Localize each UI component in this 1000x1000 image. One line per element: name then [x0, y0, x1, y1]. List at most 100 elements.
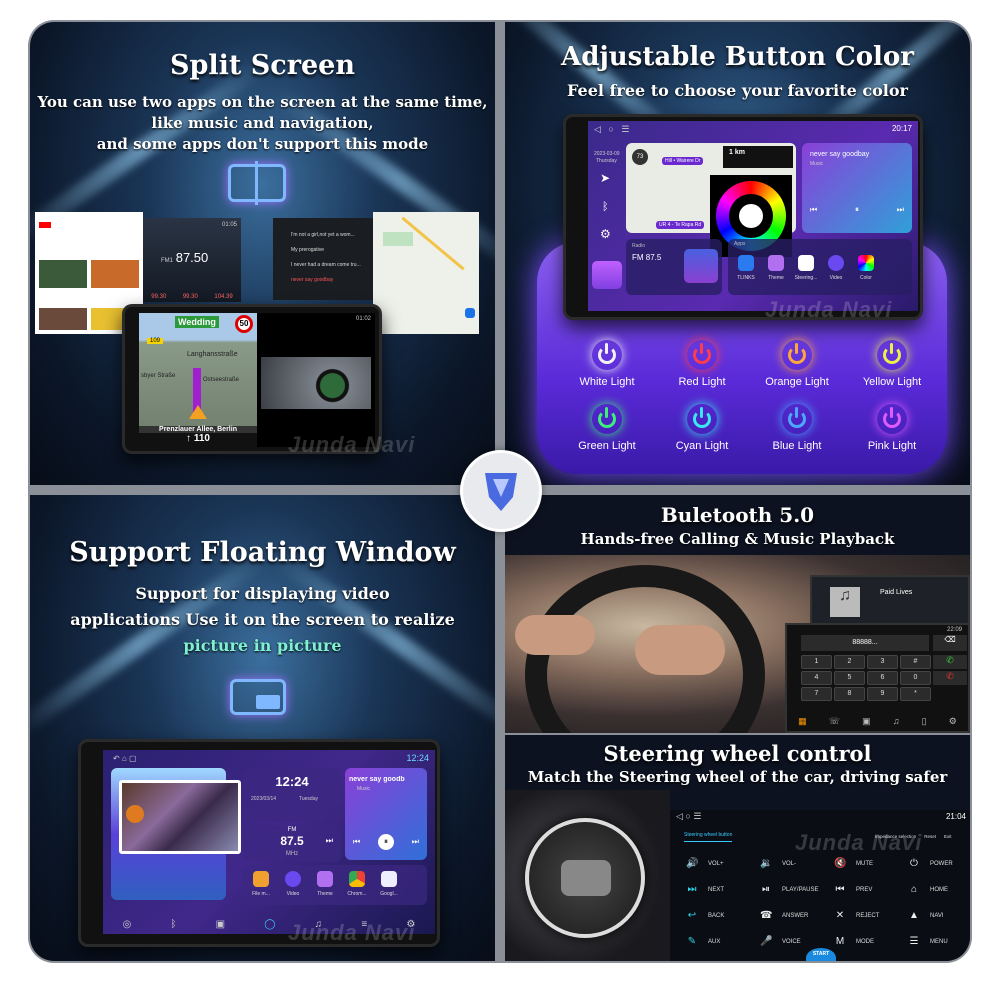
light-option[interactable]: Blue Light [752, 404, 842, 452]
steering-key-button[interactable]: 🎤 VOICE [760, 936, 820, 947]
playlist-item[interactable]: I never had a dream come tru... [291, 258, 369, 273]
radio-preset[interactable]: 104.39 [214, 294, 232, 300]
steering-key-label: MENU [930, 938, 948, 945]
steering-key-button[interactable]: ✕ REJECT [834, 910, 894, 921]
bluetooth-icon[interactable]: ᛒ [170, 919, 176, 930]
bluetooth-icon[interactable]: ᛒ [602, 201, 609, 213]
hangup-button[interactable]: ✆ [933, 671, 967, 685]
light-option[interactable]: Pink Light [847, 404, 937, 452]
call-log-icon[interactable]: ☏ [829, 716, 840, 727]
dial-key[interactable]: # [900, 655, 931, 669]
app-google-play[interactable]: Googl... [374, 891, 404, 897]
radio-preset[interactable]: 99.30 [183, 294, 198, 300]
app-steering[interactable]: Steering... [791, 275, 821, 281]
next-icon[interactable]: ⏭ [897, 205, 904, 215]
app-theme[interactable]: Theme [761, 275, 791, 281]
playlist-item[interactable]: I'm not a girl,not yet a wom... [291, 228, 369, 243]
steering-key-button[interactable]: ☎ ANSWER [760, 910, 820, 921]
steering-key-button[interactable]: ⏻ POWER [908, 858, 968, 869]
steering-key-button[interactable]: ↩ BACK [686, 910, 746, 921]
panel-subtitle: Match the Steering wheel of the car, dri… [527, 768, 948, 786]
app-tlinks[interactable]: TLINKS [731, 275, 761, 281]
dial-key[interactable]: 3 [867, 655, 898, 669]
light-option[interactable]: Red Light [657, 340, 747, 388]
pause-icon[interactable]: ⏸ [855, 205, 859, 215]
reset-button[interactable]: Reset [924, 834, 936, 839]
voice-assistant-icon[interactable]: ◯ [264, 919, 275, 930]
keypad-icon[interactable]: ▦ [798, 716, 807, 727]
description-line: and some apps don't support this mode [96, 135, 429, 153]
panel-description: Support for displaying video application… [30, 581, 495, 659]
app-video[interactable]: Video [821, 275, 851, 281]
steering-key-button[interactable]: 🔉 VOL- [760, 858, 820, 869]
panel-button-color: Adjustable Button Color Feel free to cho… [505, 22, 970, 485]
app-file-manager[interactable]: File m... [246, 891, 276, 897]
layers-button[interactable] [592, 261, 622, 289]
steering-key-button[interactable]: M MODE [834, 936, 894, 947]
app-theme[interactable]: Theme [310, 891, 340, 897]
floating-video-window[interactable] [119, 780, 241, 854]
steering-key-button[interactable]: ✎ AUX [686, 936, 746, 947]
dial-key[interactable]: 8 [834, 687, 865, 701]
dial-display[interactable]: 88888... [801, 635, 929, 651]
settings-icon[interactable]: ⚙ [949, 716, 957, 727]
app-video[interactable]: Video [278, 891, 308, 897]
settings-icon[interactable]: ⚙ [600, 227, 611, 241]
contacts-icon[interactable]: ▣ [862, 716, 871, 727]
watermark: Junda Navi [795, 830, 923, 855]
dial-key[interactable]: 7 [801, 687, 832, 701]
steering-key-icon: 🔇 [834, 858, 847, 869]
fm-card[interactable]: FM 87.5 MHz ⏭ [243, 825, 341, 862]
pause-button[interactable]: ⏸ [378, 834, 394, 850]
music-card[interactable]: never say goodbay Music ⏮ ⏸ ⏭ [802, 143, 912, 233]
steering-key-button[interactable]: ☰ MENU [908, 936, 968, 947]
steering-key-button[interactable]: ⏭ NEXT [686, 884, 746, 895]
light-option[interactable]: Cyan Light [657, 404, 747, 452]
radio-card[interactable]: Radio FM 87.5 [626, 239, 722, 295]
call-button[interactable]: ✆ [933, 655, 967, 669]
radio-icon[interactable]: ▣ [216, 919, 225, 930]
steering-key-button[interactable]: 🔇 MUTE [834, 858, 894, 869]
radio-preset[interactable]: 99.30 [151, 294, 166, 300]
phone-icon[interactable]: ▯ [922, 716, 927, 727]
start-button[interactable]: START [806, 948, 836, 961]
dial-key[interactable]: 5 [834, 671, 865, 685]
steering-key-button[interactable]: ⏯ PLAY/PAUSE [760, 884, 820, 895]
light-label: White Light [579, 376, 635, 388]
playlist-item-active[interactable]: never say goodbay [291, 273, 369, 288]
music-icon[interactable]: ♫ [893, 716, 900, 727]
dial-key[interactable]: 1 [801, 655, 832, 669]
dial-key[interactable]: 6 [867, 671, 898, 685]
tab-steering-wheel-button[interactable]: Steering wheel button [684, 832, 733, 842]
panel-title: Steering wheel control [603, 741, 872, 766]
steering-key-button[interactable]: ⌂ HOME [908, 884, 968, 895]
dial-key[interactable]: * [900, 687, 931, 701]
light-option[interactable]: Green Light [562, 404, 652, 452]
light-option[interactable]: White Light [562, 340, 652, 388]
nav-distance: 110 [193, 433, 210, 444]
light-option[interactable]: Orange Light [752, 340, 842, 388]
dial-key[interactable]: 4 [801, 671, 832, 685]
app-color[interactable]: Color [851, 275, 881, 281]
steering-key-button[interactable]: ⏮ PREV [834, 884, 894, 895]
steering-key-button[interactable]: 🔊 VOL+ [686, 858, 746, 869]
navigation-icon[interactable]: ➤ [600, 171, 610, 185]
dial-key[interactable]: 2 [834, 655, 865, 669]
steering-key-label: REJECT [856, 912, 880, 919]
dial-key[interactable]: 0 [900, 671, 931, 685]
next-icon[interactable]: ⏭ [326, 836, 333, 846]
app-chrome[interactable]: Chrom... [342, 891, 372, 897]
song-title: never say goodb [349, 776, 405, 783]
next-icon[interactable]: ⏭ [412, 837, 419, 847]
playlist-item[interactable]: My prerogative [291, 243, 369, 258]
previous-icon[interactable]: ⏮ [353, 837, 360, 847]
compass-icon[interactable]: ◎ [123, 919, 132, 930]
steering-key-button[interactable]: ▲ NAVI [908, 910, 968, 921]
dial-key[interactable]: 9 [867, 687, 898, 701]
previous-icon[interactable]: ⏮ [810, 205, 817, 215]
light-option[interactable]: Yellow Light [847, 340, 937, 388]
panel-floating-window: Support Floating Window Support for disp… [30, 495, 495, 961]
exit-button[interactable]: Exit [944, 834, 952, 839]
music-card[interactable]: never say goodb Music ⏮ ⏸ ⏭ [345, 768, 427, 860]
backspace-button[interactable]: ⌫ [933, 635, 967, 651]
